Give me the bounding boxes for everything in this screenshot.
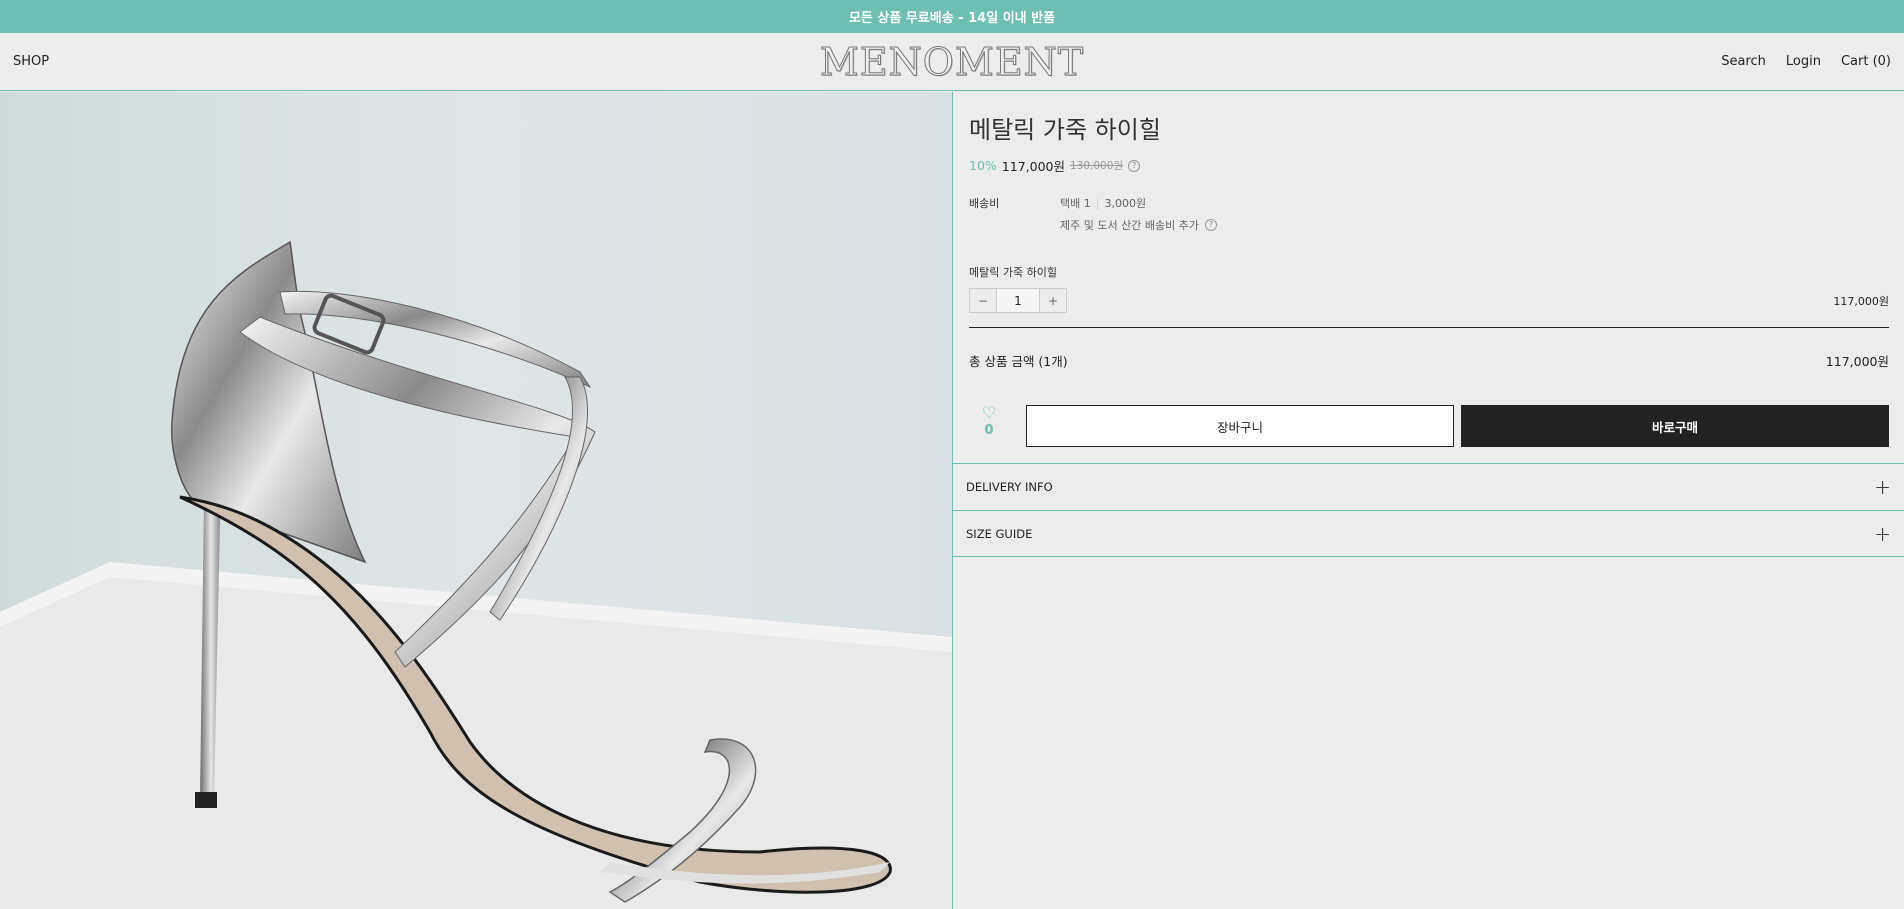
total-label: 총 상품 금액 (1개) — [969, 354, 1068, 369]
shipping-note-row: 제주 및 도서 산간 배송비 추가 ? — [1060, 217, 1217, 233]
shipping-note: 제주 및 도서 산간 배송비 추가 — [1060, 219, 1199, 232]
buy-now-button[interactable]: 바로구매 — [1461, 405, 1889, 447]
divider — [969, 327, 1889, 328]
product-info-panel: 메탈릭 가죽 하이힐 10% 117,000원 130,000원 ? 배송비 택… — [953, 92, 1904, 909]
question-circle-icon[interactable]: ? — [1204, 219, 1217, 231]
sale-price: 117,000원 — [1001, 159, 1065, 174]
shipping-label: 배송비 — [969, 197, 1000, 210]
shipping-fee: 3,000원 — [1104, 197, 1147, 210]
product-photo-illustration — [0, 92, 952, 909]
shipping-method: 택배 1 — [1060, 197, 1091, 210]
price-row: 10% 117,000원 130,000원 ? — [969, 156, 1141, 175]
like-button[interactable]: ♡ 0 — [975, 403, 1003, 439]
product-image — [0, 92, 952, 909]
header-nav-right: Search Login Cart (0) — [1721, 54, 1891, 69]
quantity-input[interactable]: 1 — [996, 289, 1040, 312]
nav-shop-link[interactable]: SHOP — [13, 54, 49, 69]
heart-outline-icon: ♡ — [981, 403, 997, 422]
accordion-size-guide[interactable]: SIZE GUIDE + — [953, 510, 1904, 557]
product-title: 메탈릭 가죽 하이힐 — [969, 116, 1161, 144]
decrease-quantity-button[interactable]: − — [970, 289, 996, 312]
add-to-cart-button[interactable]: 장바구니 — [1026, 405, 1454, 447]
accordion-label: SIZE GUIDE — [966, 526, 1033, 541]
nav-login-link[interactable]: Login — [1786, 54, 1821, 69]
like-count: 0 — [984, 423, 994, 438]
selected-option-name: 메탈릭 가죽 하이힐 — [969, 266, 1057, 279]
announcement-bar: 모든 상품 무료배송 - 14일 이내 반품 — [0, 0, 1904, 33]
accordion-delivery-info[interactable]: DELIVERY INFO + — [953, 463, 1904, 510]
original-price: 130,000원 — [1070, 160, 1124, 172]
plus-icon: + — [1874, 521, 1891, 546]
nav-cart-link[interactable]: Cart (0) — [1841, 54, 1891, 69]
separator: | — [1095, 197, 1100, 210]
discount-rate: 10% — [969, 158, 997, 173]
quantity-stepper: − 1 + — [969, 288, 1067, 313]
accordion-label: DELIVERY INFO — [966, 480, 1053, 494]
plus-icon: + — [1874, 475, 1891, 499]
site-logo[interactable]: MENOMENT — [819, 39, 1084, 84]
increase-quantity-button[interactable]: + — [1040, 289, 1066, 312]
shipping-info: 택배 1 | 3,000원 — [1060, 195, 1146, 211]
total-price: 117,000원 — [1825, 354, 1889, 369]
site-header: SHOP MENOMENT Search Login Cart (0) — [0, 33, 1904, 91]
question-circle-icon[interactable]: ? — [1128, 159, 1141, 172]
option-price: 117,000원 — [1833, 295, 1889, 308]
nav-search-link[interactable]: Search — [1721, 54, 1766, 69]
